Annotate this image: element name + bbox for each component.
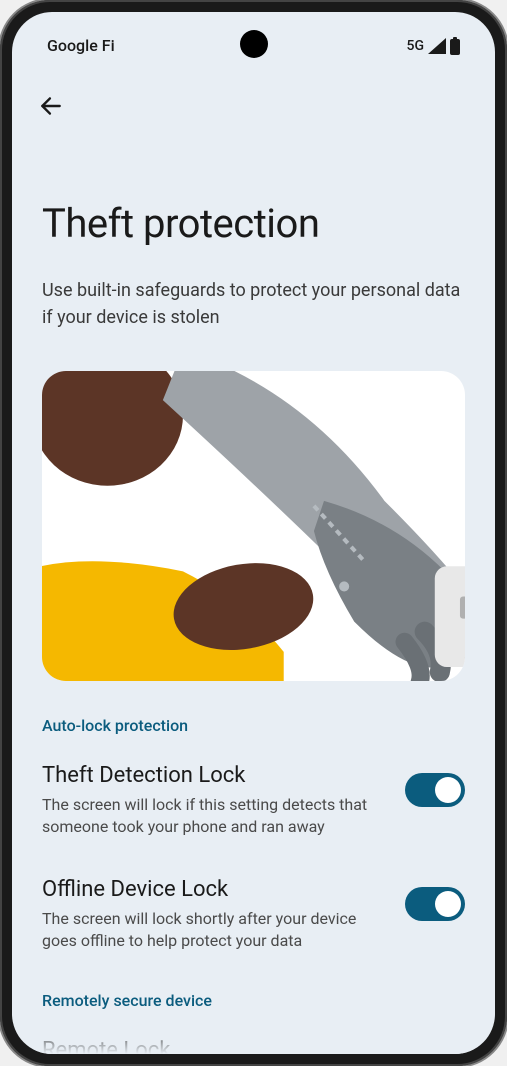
toggle-theft-detection[interactable]: [405, 773, 465, 807]
status-icons: 5G: [407, 37, 461, 55]
setting-offline-lock[interactable]: Offline Device Lock The screen will lock…: [42, 877, 465, 953]
setting-text: Offline Device Lock The screen will lock…: [42, 877, 385, 953]
signal-icon: [428, 38, 446, 54]
page-title: Theft protection: [42, 200, 465, 247]
setting-description: The screen will lock if this setting det…: [42, 794, 385, 839]
screen: Google Fi 5G Theft protection Use built-…: [12, 12, 495, 1054]
nav-bar: [12, 67, 495, 130]
setting-title: Offline Device Lock: [42, 877, 385, 902]
section-header-remote: Remotely secure device: [42, 991, 465, 1010]
phone-frame: Google Fi 5G Theft protection Use built-…: [0, 0, 507, 1066]
back-arrow-icon: [38, 93, 64, 119]
back-button[interactable]: [37, 92, 65, 120]
toggle-knob: [435, 891, 461, 917]
battery-icon: [450, 37, 460, 55]
setting-remote-lock[interactable]: Remote Lock If your device is lost or st…: [42, 1038, 465, 1054]
setting-theft-detection[interactable]: Theft Detection Lock The screen will loc…: [42, 763, 465, 839]
theft-illustration: [42, 371, 465, 681]
content-area: Theft protection Use built-in safeguards…: [12, 130, 495, 1054]
toggle-offline-lock[interactable]: [405, 887, 465, 921]
setting-text: Remote Lock If your device is lost or st…: [42, 1038, 465, 1054]
section-header-autolock: Auto-lock protection: [42, 716, 465, 735]
toggle-knob: [435, 777, 461, 803]
setting-title: Remote Lock: [42, 1038, 465, 1054]
setting-description: The screen will lock shortly after your …: [42, 908, 385, 953]
carrier-label: Google Fi: [47, 36, 115, 55]
camera-notch: [240, 30, 268, 58]
setting-text: Theft Detection Lock The screen will loc…: [42, 763, 385, 839]
page-subtitle: Use built-in safeguards to protect your …: [42, 277, 465, 331]
network-label: 5G: [407, 38, 425, 54]
setting-title: Theft Detection Lock: [42, 763, 385, 788]
